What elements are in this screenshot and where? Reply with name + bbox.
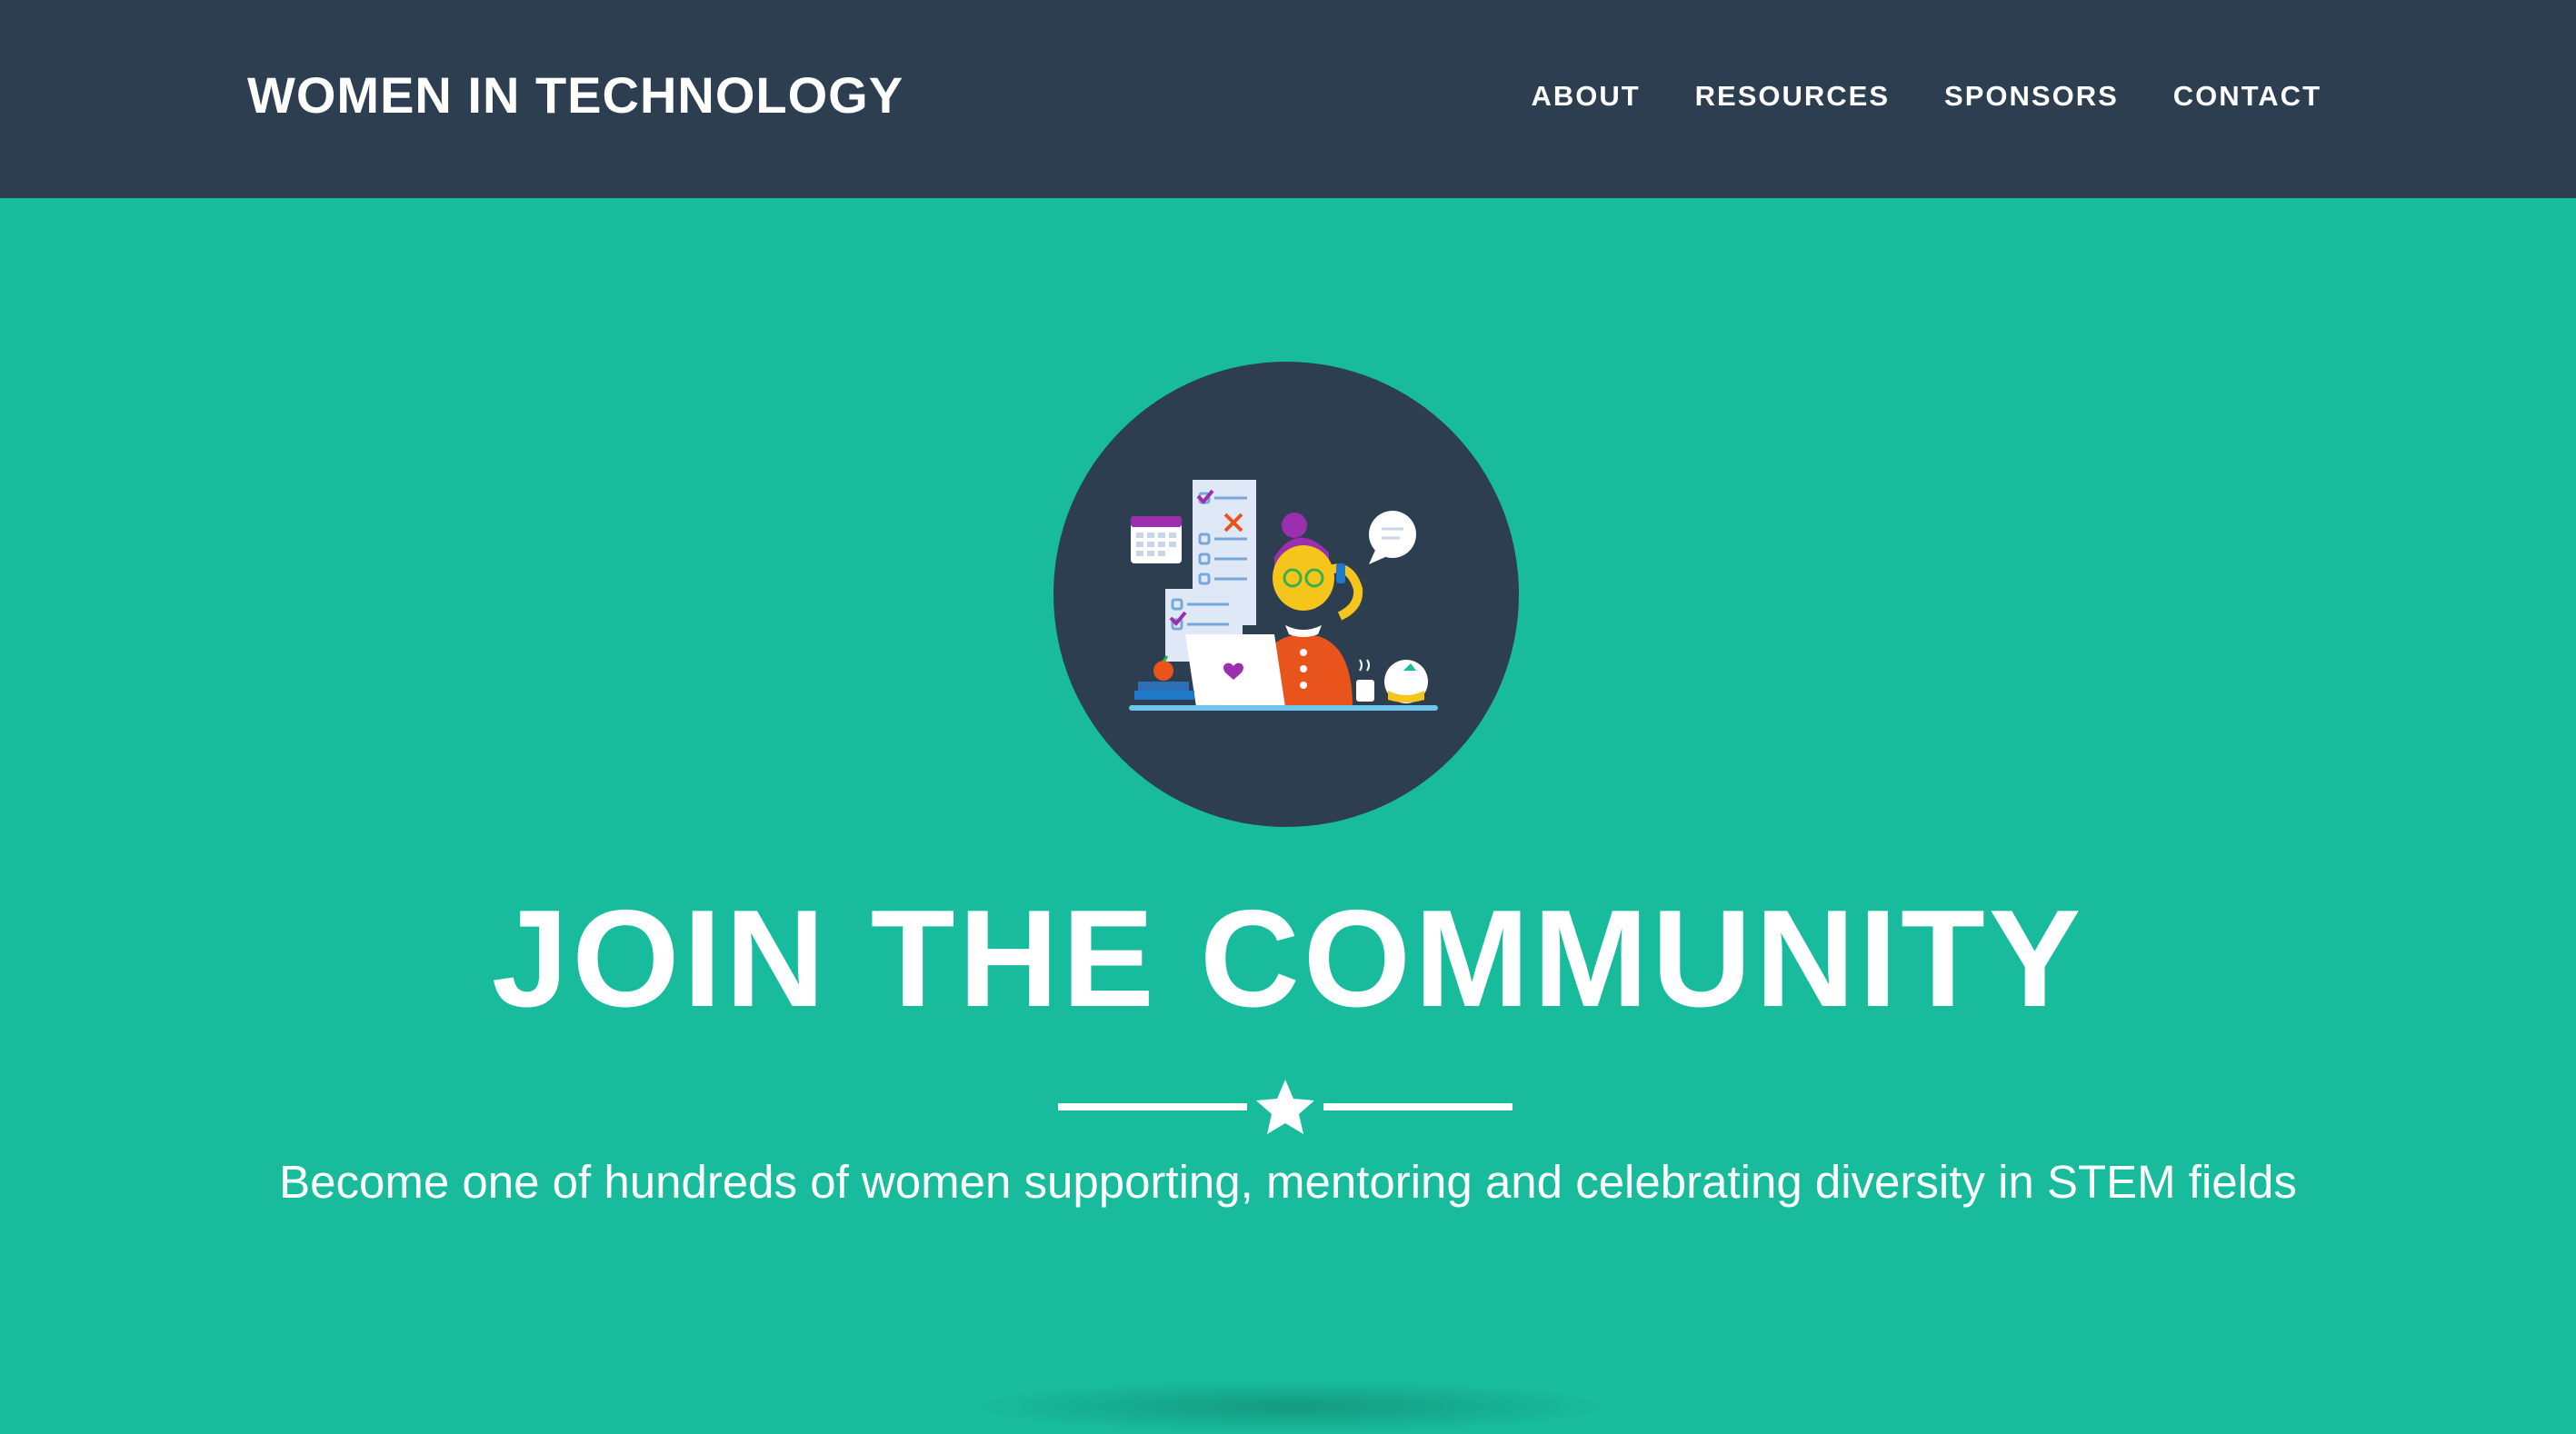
nav-item-sponsors: SPONSORS [1944,78,2119,115]
nav-link-contact[interactable]: CONTACT [2173,80,2321,112]
nav-link-sponsors[interactable]: SPONSORS [1944,80,2119,112]
nav-link-about[interactable]: ABOUT [1531,80,1640,112]
star-icon [1256,1080,1314,1134]
top-navbar: WOMEN IN TECHNOLOGY ABOUT RESOURCES SPON… [0,0,2576,198]
nav-links: ABOUT RESOURCES SPONSORS CONTACT [1531,78,2321,115]
page-title: JOIN THE COMMUNITY [491,881,2085,1036]
brand-logo-link[interactable]: WOMEN IN TECHNOLOGY [247,64,904,127]
nav-link-resources[interactable]: RESOURCES [1695,80,1890,112]
woman-at-desk-illustration [1053,362,1519,827]
nav-item-resources: RESOURCES [1695,78,1890,115]
laptop-icon [1185,634,1285,707]
calendar-icon [1131,516,1182,563]
section-shadow [964,1379,1618,1434]
hero-tagline: Become one of hundreds of women supporti… [279,1156,2297,1208]
star-divider [1058,1080,1513,1134]
hero-section: JOIN THE COMMUNITY Become one of hundred… [0,198,2576,1434]
nav-item-contact: CONTACT [2173,78,2321,115]
nav-item-about: ABOUT [1531,78,1640,115]
